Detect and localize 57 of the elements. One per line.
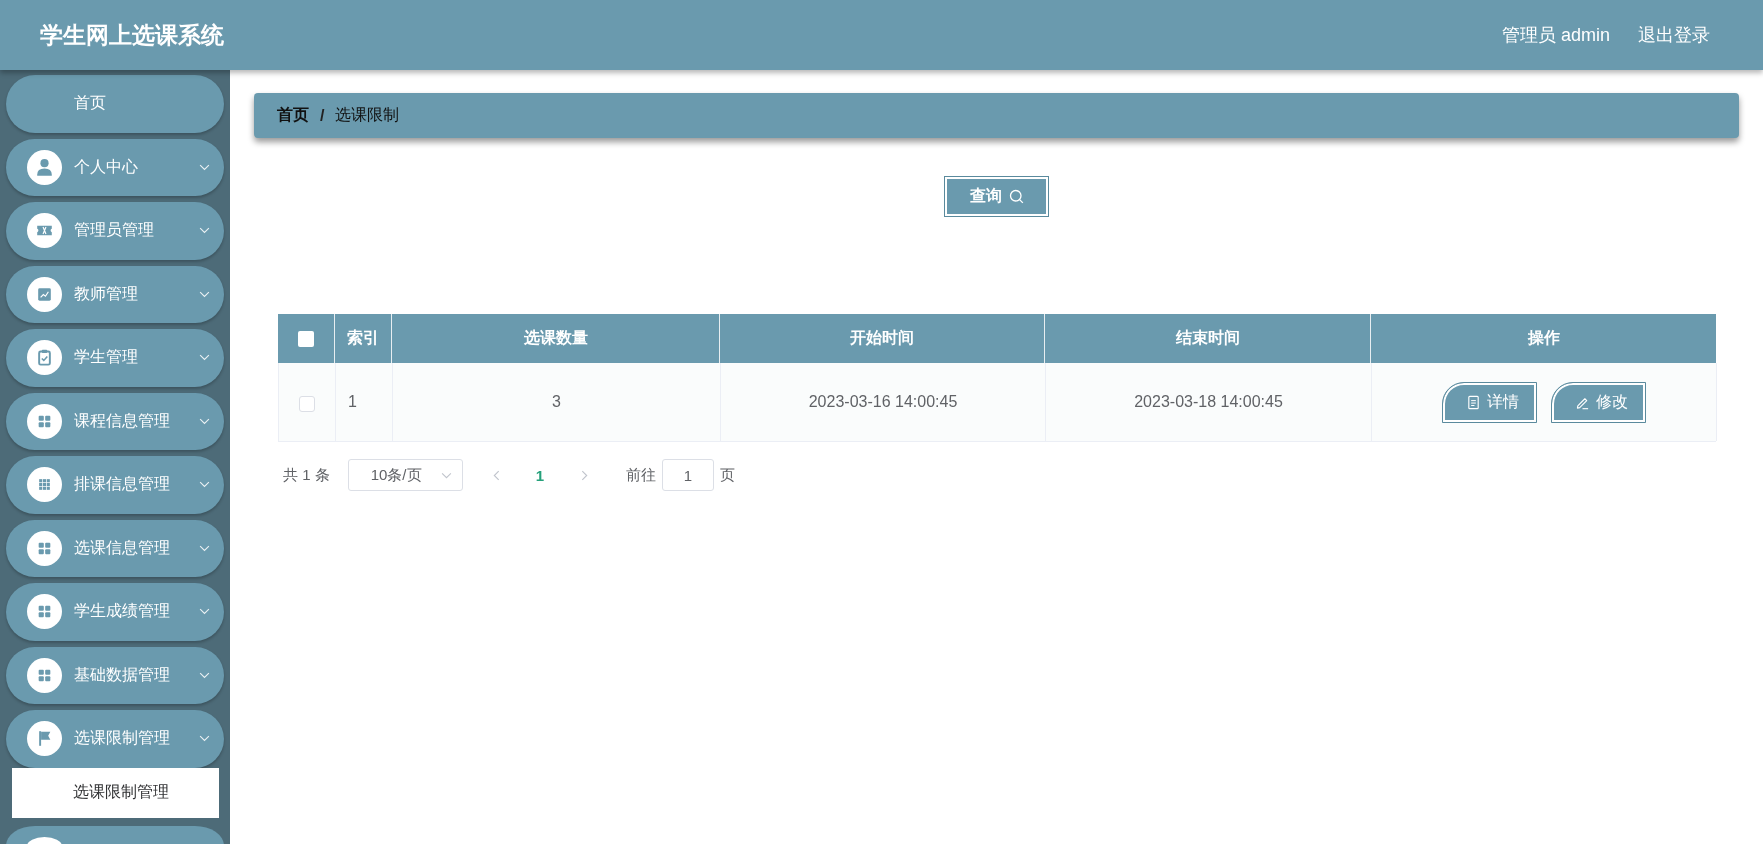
- breadcrumb-separator: /: [320, 106, 325, 125]
- goto-label: 前往: [626, 465, 657, 485]
- table-cell: 2023-03-18 14:00:45: [1046, 363, 1372, 441]
- chevron-down-icon: [440, 471, 452, 479]
- breadcrumb-link[interactable]: 首页: [277, 105, 309, 126]
- sidebar-item[interactable]: 首页: [6, 75, 224, 133]
- chevron-down-icon: [199, 227, 210, 235]
- edit-button[interactable]: 修改: [1551, 381, 1646, 423]
- search-button[interactable]: 查询: [944, 176, 1049, 217]
- ticket-icon: [27, 213, 62, 249]
- row-checkbox[interactable]: [299, 395, 315, 412]
- document-icon: [1466, 394, 1481, 410]
- user-label: 管理员 admin: [1501, 24, 1610, 47]
- table-cell: 2023-03-16 14:00:45: [721, 363, 1046, 441]
- chevron-down-icon: [199, 481, 210, 489]
- grid-icon: [27, 403, 62, 439]
- sidebar-item[interactable]: 课程信息管理: [6, 392, 224, 450]
- page-suffix: 页: [720, 465, 736, 485]
- sidebar-item[interactable]: 学生管理: [6, 329, 224, 387]
- page-size-select[interactable]: 10条/页: [347, 459, 463, 491]
- details-button[interactable]: 详情: [1442, 381, 1537, 423]
- sidebar-item[interactable]: 排课信息管理: [6, 456, 224, 514]
- chevron-down-icon: [199, 354, 210, 362]
- table-cell: 3: [393, 363, 721, 441]
- grid-icon: [27, 467, 62, 503]
- sidebar-item[interactable]: 个人中心: [6, 138, 224, 196]
- page-number[interactable]: 1: [535, 466, 545, 484]
- chevron-down-icon: [199, 544, 210, 552]
- grid-icon: [27, 530, 62, 566]
- chevron-down-icon: [199, 417, 210, 425]
- chevron-down-icon: [199, 290, 210, 298]
- clipboard-icon: [27, 340, 62, 376]
- select-all-checkbox[interactable]: [298, 330, 314, 347]
- page-input[interactable]: 1: [662, 459, 715, 491]
- grid-icon: [27, 594, 62, 630]
- line-chart-icon: [27, 276, 62, 312]
- chevron-down-icon: [199, 735, 210, 743]
- chevron-down-icon: [199, 671, 210, 679]
- person-icon: [27, 149, 62, 185]
- column-header: 操作: [1526, 328, 1561, 348]
- app-title: 学生网上选课系统: [40, 20, 224, 50]
- sidebar-item[interactable]: 基础数据管理: [6, 646, 224, 704]
- breadcrumb-current: 选课限制: [335, 105, 400, 125]
- sidebar-item[interactable]: 教师管理: [6, 265, 224, 323]
- table-cell: 1: [336, 363, 393, 441]
- total-count: 共 1 条: [283, 465, 330, 485]
- sidebar-item[interactable]: 选课限制管理: [6, 710, 224, 768]
- submenu-item[interactable]: 选课限制管理: [12, 767, 219, 818]
- logout-link[interactable]: 退出登录: [1638, 23, 1710, 47]
- sidebar-item[interactable]: 管理员管理: [6, 202, 224, 260]
- flag-icon: [27, 721, 62, 757]
- search-icon: [1008, 189, 1024, 204]
- sidebar-item[interactable]: 学生成绩管理: [6, 583, 224, 641]
- chevron-down-icon: [199, 163, 210, 171]
- sidebar-item[interactable]: 选课信息管理: [6, 519, 224, 577]
- chevron-down-icon: [199, 608, 210, 616]
- grid-icon: [27, 657, 62, 693]
